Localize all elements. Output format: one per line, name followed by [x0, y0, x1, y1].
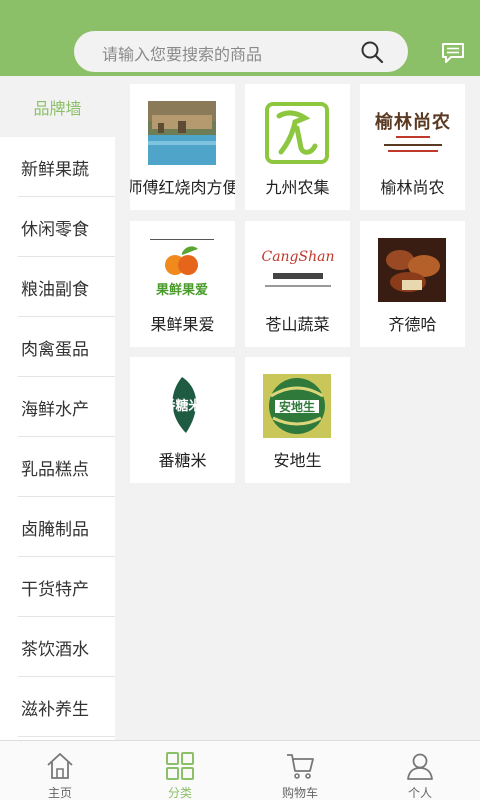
app-root: 请输入您要搜索的商品 品牌墙 新鲜果蔬 休闲零食 粮油副食 肉禽蛋品 海鲜水产 …	[0, 0, 480, 800]
sidebar-header-label: 品牌墙	[33, 98, 82, 118]
brand-logo-text: 果鲜果爱	[155, 283, 208, 298]
brand-name: 齐德哈	[388, 315, 437, 334]
brand-logo-image: 果鲜果爱	[142, 239, 222, 301]
tab-label: 分类	[167, 786, 192, 800]
cart-icon	[287, 754, 314, 779]
brand-card[interactable]: 果鲜果爱 果鲜果爱	[130, 221, 235, 347]
sidebar-item-label: 卤腌制品	[21, 519, 89, 540]
logo-divider	[273, 273, 323, 279]
logo-divider	[265, 285, 331, 287]
sidebar-item-label: 滋补养生	[21, 699, 89, 720]
home-icon	[47, 753, 73, 779]
search-box[interactable]: 请输入您要搜索的商品	[74, 31, 408, 72]
sidebar-item-label: 肉禽蛋品	[21, 339, 89, 360]
logo-divider	[396, 136, 430, 138]
brand-name: 九州农集	[265, 178, 330, 197]
sidebar-item-label: 干货特产	[21, 579, 89, 600]
brand-name: 苍山蔬菜	[265, 315, 330, 334]
sidebar-item-seafood[interactable]: 海鲜水产	[0, 377, 115, 437]
brand-logo-image: CangShan	[259, 243, 337, 301]
logo-divider	[384, 144, 442, 146]
brand-card[interactable]: 九州农集	[245, 84, 350, 210]
sidebar-item-drinks[interactable]: 茶饮酒水	[0, 617, 115, 677]
category-icon	[166, 752, 194, 780]
jiuzhou-logo-image	[265, 102, 329, 164]
search-icon[interactable]	[360, 40, 384, 64]
sidebar-item-label: 粮油副食	[21, 279, 89, 300]
brand-logo-image	[148, 101, 216, 165]
tab-category[interactable]: 分类	[120, 741, 240, 800]
sidebar-item-dairy-pastry[interactable]: 乳品糕点	[0, 437, 115, 497]
top-bar: 请输入您要搜索的商品	[0, 0, 480, 76]
tab-cart[interactable]: 购物车	[240, 741, 360, 800]
brand-logo-image	[378, 238, 446, 302]
resort-photo-image	[148, 101, 216, 165]
brand-card[interactable]: 安地生 安地生	[245, 357, 350, 483]
sidebar-item-label: 茶饮酒水	[21, 639, 89, 660]
logo-divider	[388, 150, 438, 152]
brand-name: 安地生	[273, 451, 322, 470]
sidebar-item-snacks[interactable]: 休闲零食	[0, 197, 115, 257]
brand-name: 师傅红烧肉方便	[130, 178, 235, 197]
tab-label: 购物车	[281, 786, 318, 800]
bottom-tab-bar: 主页 分类 购物车 个人	[0, 740, 480, 800]
sidebar-item-label: 海鲜水产	[21, 399, 89, 420]
category-sidebar: 品牌墙 新鲜果蔬 休闲零食 粮油副食 肉禽蛋品 海鲜水产 乳品糕点 卤腌制品 干…	[0, 76, 115, 740]
brand-card[interactable]: CangShan 苍山蔬菜	[245, 221, 350, 347]
message-icon[interactable]	[441, 42, 465, 64]
sidebar-item-cured-food[interactable]: 卤腌制品	[0, 497, 115, 557]
sidebar-item-dried-specialty[interactable]: 干货特产	[0, 557, 115, 617]
brand-logo-text: 安地生	[278, 400, 315, 414]
tab-profile[interactable]: 个人	[360, 741, 480, 800]
meat-photo-image	[378, 238, 446, 302]
search-input[interactable]: 请输入您要搜索的商品	[102, 41, 262, 65]
tab-label: 主页	[47, 786, 72, 800]
sidebar-item-grain-oil[interactable]: 粮油副食	[0, 257, 115, 317]
brand-name: 果鲜果爱	[150, 315, 215, 334]
brand-logo-image: 安地生	[263, 374, 331, 438]
sidebar-item-brand-wall[interactable]: 品牌墙	[0, 76, 115, 137]
sidebar-item-label: 休闲零食	[21, 219, 89, 240]
brand-logo-text: 番糖米	[162, 399, 202, 414]
brand-name: 番糖米	[158, 451, 207, 470]
brand-card[interactable]: 齐德哈	[360, 221, 465, 347]
brand-logo-image: 番糖米	[152, 373, 212, 437]
person-icon	[407, 753, 433, 780]
brand-card[interactable]: 师傅红烧肉方便	[130, 84, 235, 210]
brand-logo-image	[265, 102, 329, 164]
brand-name: 榆林尚农	[380, 178, 445, 197]
sidebar-item-meat-eggs[interactable]: 肉禽蛋品	[0, 317, 115, 377]
sidebar-item-label: 乳品糕点	[21, 459, 89, 480]
sidebar-item-fresh-produce[interactable]: 新鲜果蔬	[0, 137, 115, 197]
brand-logo-text: 榆林尚农	[375, 112, 451, 133]
brand-card[interactable]: 番糖米 番糖米	[130, 357, 235, 483]
sidebar-item-health[interactable]: 滋补养生	[0, 677, 115, 737]
brand-card[interactable]: 榆林尚农 榆林尚农	[360, 84, 465, 210]
tab-home[interactable]: 主页	[0, 741, 120, 800]
brand-logo-image: 榆林尚农	[374, 102, 452, 164]
brand-logo-text: CangShan	[261, 249, 335, 265]
sidebar-item-label: 新鲜果蔬	[21, 159, 89, 180]
tab-label: 个人	[407, 786, 432, 800]
